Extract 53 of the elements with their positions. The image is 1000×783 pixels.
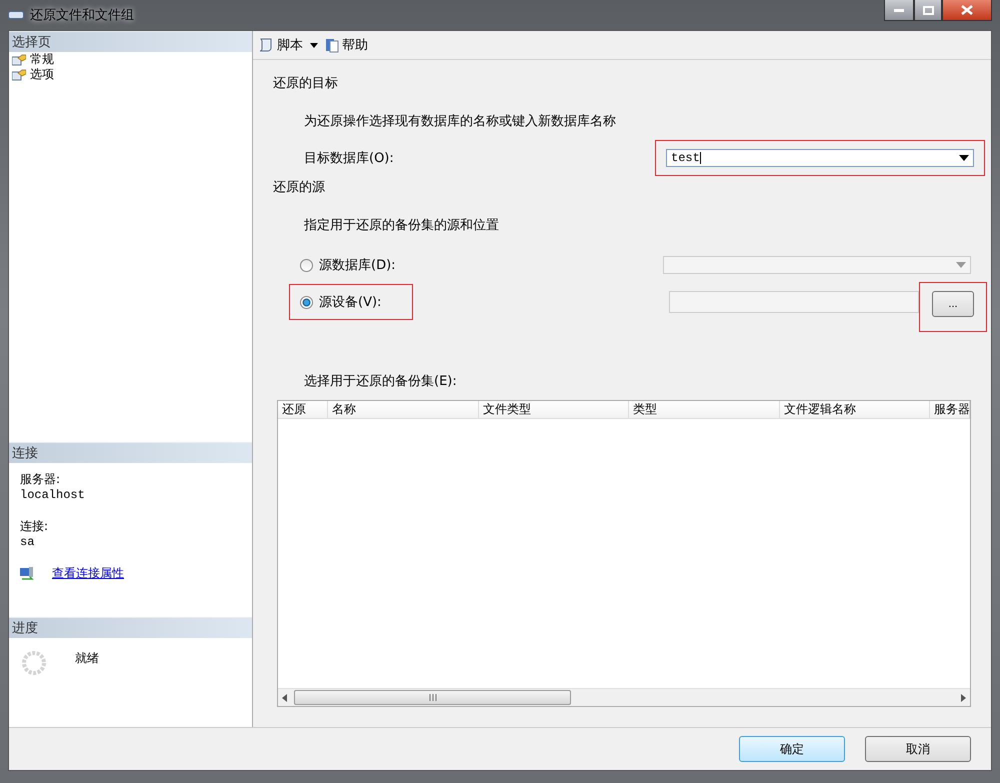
script-button[interactable]: 脚本 [258, 36, 303, 54]
radio-button[interactable] [300, 296, 313, 308]
hint-text: 为还原操作选择现有数据库的名称或键入新数据库名称 [304, 113, 617, 130]
scroll-icon [258, 37, 274, 53]
minimize-button[interactable] [884, 0, 914, 21]
dropdown-caret-icon[interactable] [307, 40, 321, 50]
progress-status: 就绪 [75, 650, 99, 667]
minimize-icon [894, 8, 904, 12]
field-label: 目标数据库(O): [304, 150, 394, 167]
column-header[interactable]: 名称 [328, 401, 479, 418]
hint-text: 指定用于还原的备份集的源和位置 [304, 217, 500, 234]
browse-button[interactable]: ... [932, 291, 974, 317]
field-label: 选择用于还原的备份集(E): [304, 373, 458, 390]
sidebar-item[interactable]: 选项 [9, 67, 252, 82]
help-button[interactable]: 帮助 [325, 36, 368, 54]
dialog-button[interactable]: 确定 [739, 736, 845, 762]
column-header[interactable]: 还原 [278, 401, 328, 418]
login-value: sa [20, 535, 36, 549]
dialog-button[interactable]: 取消 [865, 736, 971, 762]
dropdown-arrow-icon [956, 262, 966, 268]
text-cursor-icon [700, 152, 702, 164]
connection-properties-link[interactable]: 查看连接属性 [52, 565, 124, 582]
device-path-field[interactable] [669, 291, 919, 313]
window-title: 还原文件和文件组 [30, 7, 134, 24]
panel-header: 选择页 [9, 31, 252, 52]
radio-button[interactable] [300, 258, 313, 272]
option-label: 源数据库(D): [319, 257, 396, 274]
page-icon [12, 54, 26, 66]
server-label: 服务器: [20, 471, 62, 488]
option-label: 源设备(V): [319, 294, 382, 311]
field-value: test [671, 151, 700, 165]
spinner-icon [21, 650, 47, 676]
server-value: localhost [20, 488, 86, 502]
panel-header: 进度 [9, 617, 252, 638]
dropdown-arrow-icon [959, 155, 969, 161]
maximize-button[interactable] [914, 0, 942, 21]
login-label: 连接: [20, 518, 50, 535]
column-header[interactable]: 文件逻辑名称 [780, 401, 930, 418]
close-button[interactable] [942, 0, 992, 21]
section-heading: 还原的目标 [273, 75, 339, 92]
section-heading: 还原的源 [273, 179, 326, 196]
panel-header: 连接 [9, 442, 252, 463]
window-icon [8, 11, 24, 19]
target-database-dropdown[interactable]: test [666, 149, 974, 167]
connection-icon [20, 566, 34, 580]
scrollbar-thumb[interactable] [294, 690, 571, 705]
column-header[interactable]: 文件类型 [479, 401, 629, 418]
sidebar-item[interactable]: 常规 [9, 52, 252, 67]
close-icon [961, 5, 973, 15]
maximize-icon [922, 6, 934, 14]
document-icon [325, 37, 339, 53]
page-icon [12, 68, 26, 80]
column-header[interactable]: 类型 [629, 401, 780, 418]
